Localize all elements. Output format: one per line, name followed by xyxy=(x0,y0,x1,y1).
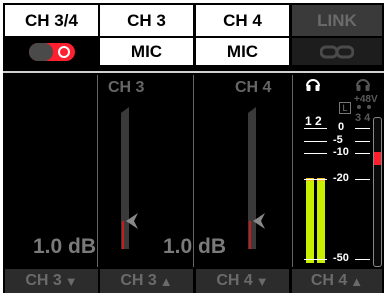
link-button[interactable] xyxy=(292,38,382,65)
triangle-down-icon: ▼ xyxy=(255,273,269,289)
headphones-icon xyxy=(356,79,370,91)
scale-tick xyxy=(304,128,327,129)
divider xyxy=(292,75,293,267)
tab-ch3-label: CH 3 xyxy=(127,10,166,30)
ch4-gain-slider[interactable] xyxy=(230,103,290,253)
stereo-toggle-cell xyxy=(5,38,98,65)
tab-ch4-label: CH 4 xyxy=(223,10,262,30)
tab-link-label: LINK xyxy=(317,10,357,30)
toggle-knob xyxy=(28,42,53,61)
scale-label: -50 xyxy=(333,252,349,264)
headphones-icon xyxy=(306,79,320,91)
ch4-up-label: CH 4 xyxy=(310,272,348,289)
ch3-gain-down-button[interactable]: CH 3 ▼ xyxy=(5,269,98,293)
scale-tick xyxy=(355,179,370,180)
scale-tick xyxy=(304,259,327,260)
ch4-down-label: CH 4 xyxy=(216,272,253,289)
ch4-gain-down-button[interactable]: CH 4 ▼ xyxy=(196,269,289,293)
link-icon xyxy=(320,45,354,58)
ch4-gain-up-button[interactable]: CH 4 ▲ xyxy=(292,269,382,293)
ch3-label: CH 3 xyxy=(108,79,145,96)
phantom-indicator xyxy=(357,105,361,109)
monitor-volume-track[interactable] xyxy=(373,117,382,267)
tab-ch34-label: CH 3/4 xyxy=(25,10,78,30)
triangle-up-icon: ▲ xyxy=(159,273,173,289)
scale-tick xyxy=(355,153,370,154)
scale-label: 0 xyxy=(338,121,345,133)
scale-label: -5 xyxy=(333,134,343,146)
scale-tick xyxy=(355,128,370,129)
divider xyxy=(3,71,384,73)
tab-ch34[interactable]: CH 3/4 xyxy=(5,5,98,36)
meter-bar-2 xyxy=(317,179,325,263)
ch3-down-label: CH 3 xyxy=(25,272,62,289)
scale-label: -20 xyxy=(333,172,349,184)
triangle-down-icon: ▼ xyxy=(64,273,78,289)
scale-tick xyxy=(304,141,327,142)
scale-tick xyxy=(304,179,327,180)
scale-tick xyxy=(304,153,327,154)
scale-tick xyxy=(355,141,370,142)
toggle-on-icon xyxy=(57,45,70,58)
divider xyxy=(97,75,98,267)
ch4-mode-label: MIC xyxy=(226,41,259,61)
ch3-mode-label: MIC xyxy=(130,41,163,61)
monitor-volume-thumb[interactable] xyxy=(374,152,381,165)
tab-link[interactable]: LINK xyxy=(292,5,382,36)
left-marker: L xyxy=(339,102,351,114)
scale-label: -10 xyxy=(333,146,349,158)
triangle-up-icon: ▲ xyxy=(350,273,364,289)
phantom-power-label: +48V xyxy=(354,94,378,105)
ch4-gain-value: 1.0 dB xyxy=(163,235,227,258)
phantom-channel-nums: 3 4 xyxy=(355,112,371,124)
ch3-up-label: CH 3 xyxy=(120,272,157,289)
screen: CH 3/4 CH 3 CH 4 LINK MIC MIC CH 3 CH 4 xyxy=(3,3,384,293)
ch3-gain-value: 1.0 dB xyxy=(33,235,97,258)
ch4-label: CH 4 xyxy=(235,79,272,96)
tab-ch4[interactable]: CH 4 xyxy=(196,5,289,36)
scale-tick xyxy=(355,259,370,260)
ch4-input-mode[interactable]: MIC xyxy=(196,38,289,65)
ch3-gain-slider[interactable] xyxy=(103,103,163,253)
tab-ch3[interactable]: CH 3 xyxy=(100,5,193,36)
meter-bar-1 xyxy=(306,179,314,263)
stereo-toggle[interactable] xyxy=(28,42,75,61)
ch3-gain-up-button[interactable]: CH 3 ▲ xyxy=(100,269,193,293)
meter-channel-nums: 1 2 xyxy=(305,114,322,128)
phantom-indicator xyxy=(367,105,371,109)
ch3-input-mode[interactable]: MIC xyxy=(100,38,193,65)
